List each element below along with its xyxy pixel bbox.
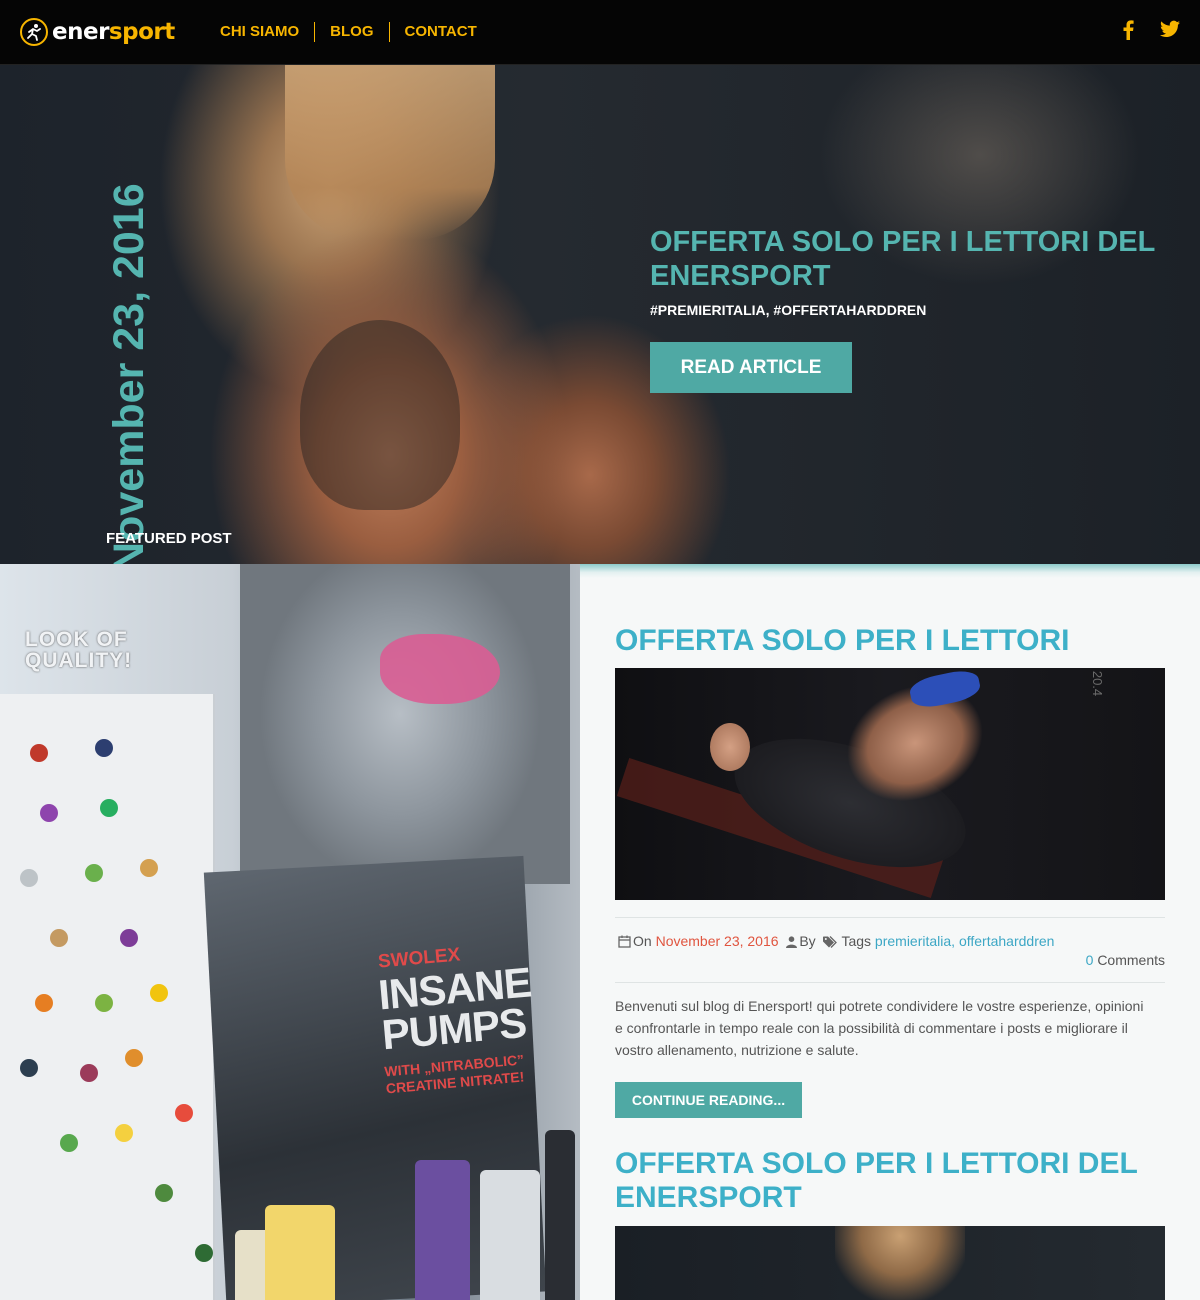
image-machine-label: 20.4	[1090, 670, 1106, 697]
poster-torso	[240, 564, 570, 884]
blog-post-list: OFFERTA SOLO PER I LETTORI 20.4 On Novem…	[580, 564, 1200, 1300]
section-divider-shadow	[580, 564, 1200, 578]
herb-dot	[30, 744, 48, 762]
herb-dot	[85, 864, 103, 882]
herb-dot	[100, 799, 118, 817]
comments-count-link[interactable]: 0	[1086, 952, 1094, 968]
herb-dot	[20, 1059, 38, 1077]
herb-dot	[175, 1104, 193, 1122]
herb-chart	[0, 694, 215, 1300]
meta-tags-links[interactable]: premieritalia, offertaharddren	[875, 933, 1055, 949]
logo-text: enersport	[52, 19, 175, 45]
herb-dot	[140, 859, 158, 877]
post-meta: On November 23, 2016 By Tags premierital…	[618, 930, 1165, 954]
herb-dot	[195, 1244, 213, 1262]
herb-dot	[35, 994, 53, 1012]
image-hair	[835, 1226, 965, 1300]
meta-divider	[615, 982, 1165, 983]
social-links	[1122, 20, 1180, 42]
post-excerpt: Benvenuti sul blog di Enersport! qui pot…	[615, 998, 1144, 1058]
herb-dot	[95, 739, 113, 757]
herb-dot	[80, 1064, 98, 1082]
user-icon	[786, 932, 798, 954]
facebook-icon[interactable]	[1122, 20, 1142, 42]
menu-item-blog[interactable]: BLOG	[315, 22, 390, 42]
featured-post-label: FEATURED POST	[106, 530, 232, 547]
meta-divider	[615, 917, 1165, 918]
hero-date: November 23, 2016	[105, 183, 153, 564]
tags-icon	[823, 932, 839, 954]
poster-product-text: INSANE PUMPS	[376, 958, 533, 1059]
twitter-icon[interactable]	[1160, 20, 1180, 42]
bottle	[415, 1160, 470, 1300]
menu-item-chi-siamo[interactable]: CHI SIAMO	[208, 22, 316, 42]
main-menu: CHI SIAMO BLOG CONTACT	[208, 22, 492, 42]
top-navbar: enersport CHI SIAMO BLOG CONTACT	[0, 0, 1200, 65]
bottle	[480, 1170, 540, 1300]
herb-dot	[115, 1124, 133, 1142]
bottle	[545, 1130, 575, 1300]
herb-dot	[95, 994, 113, 1012]
meta-comments: 0 Comments	[1086, 952, 1165, 968]
herb-dot	[150, 984, 168, 1002]
hero-photo-hair	[285, 65, 495, 240]
post-title[interactable]: OFFERTA SOLO PER I LETTORI	[615, 624, 1175, 658]
hero-photo-tanktop	[300, 320, 460, 510]
herb-dot	[125, 1049, 143, 1067]
herb-dot	[60, 1134, 78, 1152]
meta-date-link[interactable]: November 23, 2016	[656, 933, 779, 949]
calendar-icon	[618, 932, 631, 954]
hero-tags: #PREMIERITALIA, #OFFERTAHARDDREN	[650, 302, 927, 318]
poster-look-of-quality: LOOK OF QUALITY!	[25, 628, 133, 672]
hero-title[interactable]: OFFERTA SOLO PER I LETTORI DEL ENERSPORT	[650, 225, 1170, 293]
post-image[interactable]	[615, 1226, 1165, 1300]
bottle	[265, 1205, 335, 1300]
enersport-logo[interactable]: enersport	[20, 17, 175, 47]
supplements-photo: LOOK OF QUALITY! SWOLEX INSANE PUMPS WIT…	[0, 564, 580, 1300]
meta-by-label: By	[799, 933, 816, 949]
comments-label: Comments	[1097, 952, 1165, 968]
menu-item-contact[interactable]: CONTACT	[390, 22, 492, 42]
image-face	[710, 723, 750, 771]
post-image[interactable]: 20.4	[615, 668, 1165, 900]
herb-dot	[50, 929, 68, 947]
supplement-bottles	[225, 1124, 575, 1300]
post-title[interactable]: OFFERTA SOLO PER I LETTORI DEL ENERSPORT	[615, 1147, 1175, 1215]
featured-hero: November 23, 2016 FEATURED POST OFFERTA …	[0, 65, 1200, 564]
herb-dot	[40, 804, 58, 822]
herb-dot	[120, 929, 138, 947]
read-article-button[interactable]: READ ARTICLE	[650, 342, 852, 393]
meta-on-label: On	[633, 933, 652, 949]
herb-dot	[20, 869, 38, 887]
runner-icon	[20, 18, 48, 46]
herb-dot	[155, 1184, 173, 1202]
continue-reading-button[interactable]: CONTINUE READING...	[615, 1082, 802, 1118]
meta-tags-label: Tags	[841, 933, 872, 949]
